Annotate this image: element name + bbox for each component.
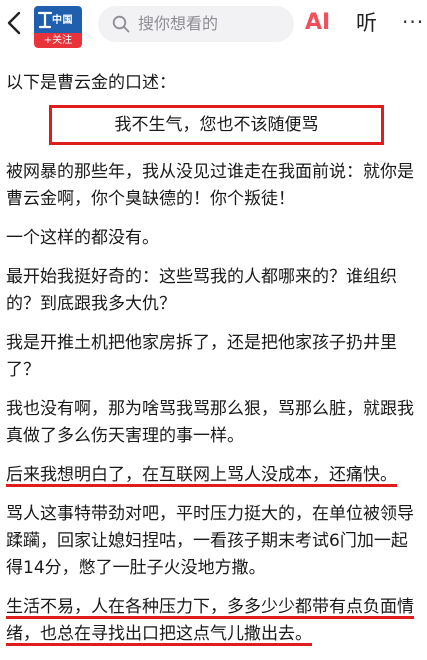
publisher-avatar[interactable]: 中国 +关注 [34,6,82,48]
article-paragraph: 被网暴的那些年，我从没见过谁走在我面前说：就你是曹云金啊，你个臭缺德的！你个叛徒… [6,162,414,209]
logo-mark-icon [37,11,53,29]
publisher-logo-text: 中国 [52,15,73,26]
article-paragraph-highlighted: 后来我想明白了，在互联网上骂人没成本，还痛快。 [6,462,421,489]
follow-button[interactable]: +关注 [34,33,82,48]
ai-button[interactable]: AI [305,7,330,39]
back-button[interactable] [4,8,26,38]
article-paragraph-highlighted: 生活不易，人在各种压力下，多多少少都带有点负面情绪，也总在寻找出口把这点气儿撒出… [6,594,421,648]
underlined-text: 生活不易，人在各种压力下，多多少少都带有点负面情绪，也总在寻找出口把这点气儿撒出… [6,597,414,644]
article-paragraph: 一个这样的都没有。 [6,228,159,248]
article-intro: 以下是曹云金的口述： [6,73,176,93]
article-paragraph: 我也没有啊，那为啥骂我骂那么狠，骂那么脏，就跟我真做了多么伤天害理的事一样。 [6,399,414,446]
search-input[interactable]: 搜你想看的 [98,6,294,42]
article-paragraph: 骂人这事特带劲对吧，平时压力挺大的，在单位被领导蹂躏，回家让媳妇捏咕，一看孩子期… [6,504,414,578]
publisher-logo: 中国 [34,6,82,34]
listen-button[interactable]: 听 [356,7,377,39]
underlined-text: 后来我想明白了，在互联网上骂人没成本，还痛快。 [6,465,397,485]
top-bar: 中国 +关注 搜你想看的 AI 听 ··· [0,0,427,50]
more-options-icon[interactable]: ··· [402,8,424,36]
article-paragraph: 最开始我挺好奇的：这些骂我的人都哪来的？谁组织的？到底跟我多大仇？ [6,267,397,314]
chevron-left-icon [7,11,21,35]
search-placeholder: 搜你想看的 [138,14,219,33]
highlighted-quote: 我不生气，您也不该随便骂 [49,105,384,145]
article-body: 以下是曹云金的口述： 我不生气，您也不该随便骂 被网暴的那些年，我从没见过谁走在… [6,56,421,660]
search-icon [112,15,130,33]
article-paragraph: 我是开推土机把他家房拆了，还是把他家孩子扔井里了？ [6,333,397,380]
